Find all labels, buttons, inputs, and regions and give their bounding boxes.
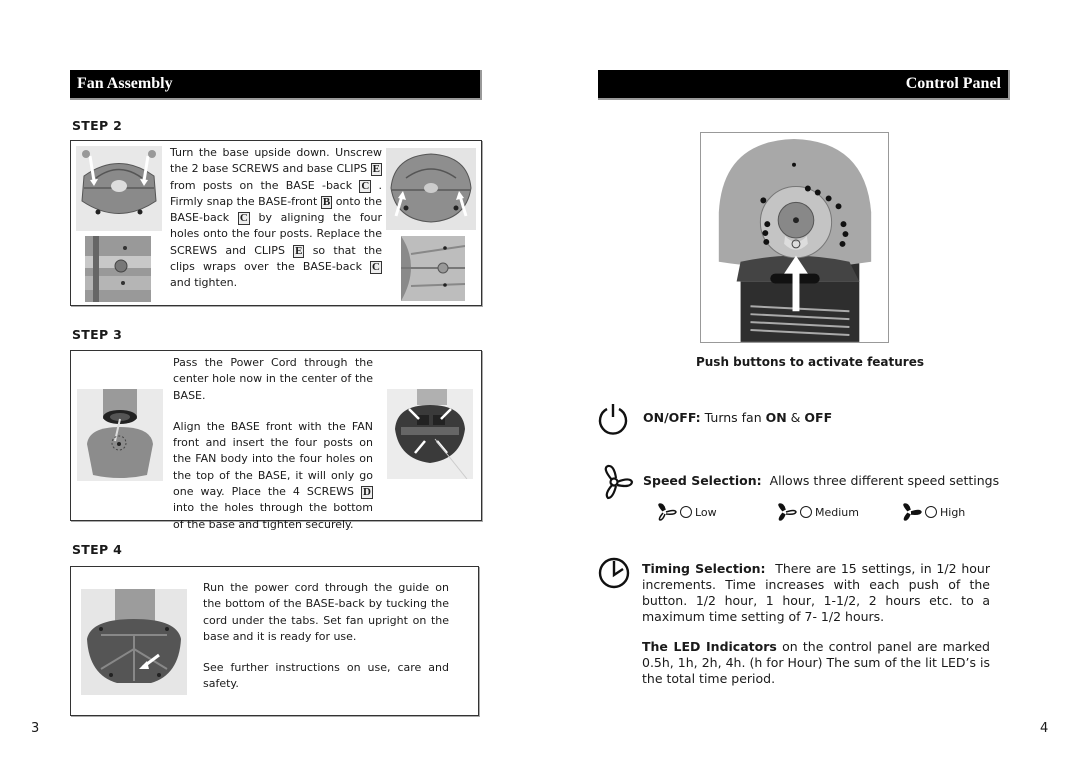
step-4-paragraph-1: Run the power cord through the guide on … bbox=[203, 581, 449, 643]
step-2-text: Turn the base upside down. Unscrew the 2… bbox=[170, 145, 382, 292]
control-panel-header: Control Panel bbox=[598, 70, 1010, 100]
fan-assembly-header: Fan Assembly bbox=[70, 70, 482, 100]
timer-icon bbox=[597, 556, 631, 590]
timing-label: Timing Selection: bbox=[642, 561, 766, 576]
part-ref-c: C bbox=[370, 261, 382, 275]
part-ref-e: E bbox=[370, 163, 382, 177]
page-number-right: 4 bbox=[1040, 721, 1049, 736]
part-ref-c: C bbox=[359, 179, 372, 193]
on-off-description: ON/OFF: Turns fan ON & OFF bbox=[643, 410, 833, 425]
fan-medium-icon bbox=[778, 503, 797, 521]
base-clip-closeup-photo bbox=[401, 236, 465, 301]
led-label: The LED Indicators bbox=[642, 639, 777, 654]
part-ref-e: E bbox=[293, 244, 305, 258]
part-ref-d: D bbox=[361, 486, 373, 500]
speed-option-low: Low bbox=[655, 503, 717, 521]
step-4-box: Run the power cord through the guide on … bbox=[70, 566, 479, 716]
timing-description: Timing Selection: There are 15 settings,… bbox=[642, 561, 990, 624]
power-icon bbox=[597, 402, 629, 436]
on-off-label: ON/OFF: bbox=[643, 410, 701, 425]
control-panel-photo bbox=[700, 132, 889, 343]
step-2-box: Turn the base upside down. Unscrew the 2… bbox=[70, 140, 482, 306]
part-ref-b: B bbox=[320, 195, 333, 209]
step-3-label: STEP 3 bbox=[72, 327, 123, 342]
page-number-left: 3 bbox=[31, 721, 40, 736]
step-4-label: STEP 4 bbox=[72, 542, 123, 557]
part-ref-c: C bbox=[237, 212, 250, 226]
step-2-paragraph: Turn the base upside down. Unscrew the 2… bbox=[170, 146, 383, 290]
fan-icon bbox=[600, 464, 634, 500]
base-post-closeup-photo bbox=[85, 236, 151, 302]
cord-guide-arrow-photo bbox=[81, 589, 187, 695]
base-assembled-arrows-photo bbox=[386, 148, 476, 230]
section-title: Fan Assembly bbox=[77, 75, 173, 92]
radio-indicator bbox=[680, 506, 692, 518]
radio-indicator bbox=[800, 506, 812, 518]
led-description: The LED Indicators on the control panel … bbox=[642, 639, 990, 686]
speed-option-high: High bbox=[900, 503, 965, 521]
step-3-paragraph-1: Pass the Power Cord through the center h… bbox=[173, 356, 373, 402]
step-4-text: Run the power cord through the guide on … bbox=[203, 580, 449, 693]
step-4-paragraph-2: See further instructions on use, care an… bbox=[203, 661, 449, 691]
base-posts-arrows-photo bbox=[387, 389, 473, 479]
speed-options: Low Medium High bbox=[655, 503, 985, 521]
step-3-box: Pass the Power Cord through the center h… bbox=[70, 350, 482, 531]
speed-description: Speed Selection: Allows three different … bbox=[643, 473, 1000, 488]
speed-label: Speed Selection: bbox=[643, 473, 762, 488]
photo-caption: Push buttons to activate features bbox=[695, 355, 925, 369]
cord-through-base-photo bbox=[77, 389, 163, 481]
radio-indicator bbox=[925, 506, 937, 518]
section-title: Control Panel bbox=[905, 75, 1001, 92]
speed-option-medium: Medium bbox=[775, 503, 859, 521]
step-3-paragraph-2: Align the BASE front with the FAN front … bbox=[173, 419, 373, 531]
base-underside-arrows-photo bbox=[76, 146, 162, 231]
fan-low-icon bbox=[658, 503, 677, 521]
step-2-label: STEP 2 bbox=[72, 118, 123, 133]
step-3-text: Pass the Power Cord through the center h… bbox=[173, 355, 373, 533]
fan-high-icon bbox=[903, 503, 922, 521]
